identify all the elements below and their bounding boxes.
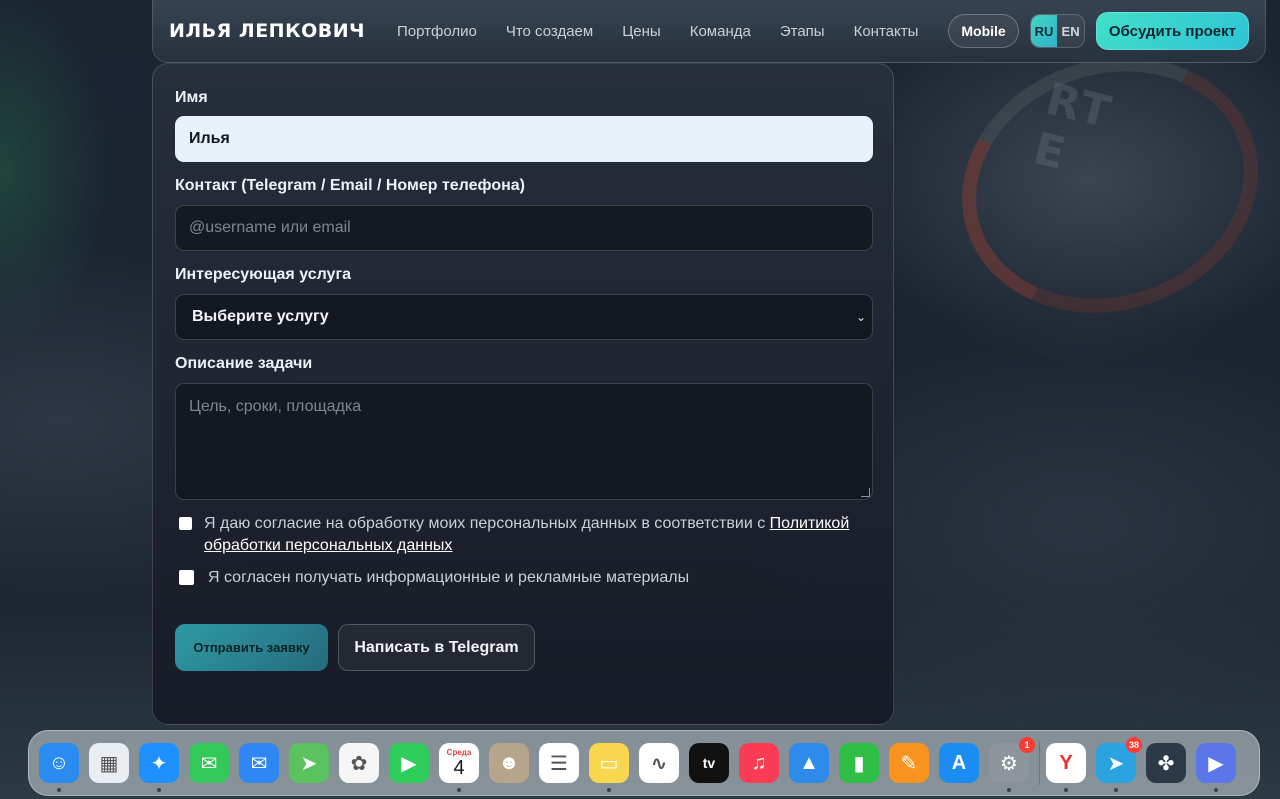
music-icon: ♫ bbox=[751, 751, 767, 774]
consent-marketing: Я согласен получать информационные и рек… bbox=[179, 567, 689, 589]
reminders-icon: ☰ bbox=[550, 752, 568, 775]
description-placeholder: Цель, сроки, площадка bbox=[189, 398, 362, 415]
nav-link-team[interactable]: Команда bbox=[690, 23, 751, 40]
language-switcher: RU EN bbox=[1029, 14, 1085, 48]
dock-pages-icon[interactable]: ✎ bbox=[889, 743, 929, 783]
dock-freeform-icon[interactable]: ∿ bbox=[639, 743, 679, 783]
main-nav: Портфолио Что создаем Цены Команда Этапы… bbox=[397, 23, 918, 40]
contact-input-placeholder: @username или email bbox=[189, 219, 351, 236]
lang-en-button[interactable]: EN bbox=[1057, 15, 1084, 47]
app-store-icon: A bbox=[951, 751, 967, 774]
running-indicator bbox=[607, 788, 611, 792]
dock-launchpad-icon[interactable]: ▦ bbox=[89, 743, 129, 783]
yandex-browser-icon: Y bbox=[1059, 751, 1073, 774]
calendar-day: 4 bbox=[453, 757, 465, 779]
mail-icon: ✉ bbox=[250, 752, 268, 775]
keynote-icon: ▲ bbox=[799, 751, 819, 774]
dock-separator bbox=[1039, 741, 1040, 785]
dock-telegram-icon[interactable]: ➤ 38 bbox=[1096, 737, 1142, 792]
dock-apple-tv-icon[interactable]: tv bbox=[689, 743, 729, 783]
submit-request-button[interactable]: Отправить заявку bbox=[175, 624, 328, 671]
dock-photos-icon[interactable]: ✿ bbox=[339, 743, 379, 783]
running-indicator bbox=[57, 788, 61, 792]
resize-handle-icon[interactable] bbox=[861, 488, 870, 497]
running-indicator bbox=[1214, 788, 1218, 792]
freeform-icon: ∿ bbox=[650, 752, 668, 775]
running-indicator bbox=[457, 788, 461, 792]
app-icon: ✤ bbox=[1157, 752, 1175, 775]
running-indicator bbox=[1007, 788, 1011, 792]
nav-link-services[interactable]: Что создаем bbox=[506, 23, 593, 40]
dock-app-icon-2[interactable]: ▶ bbox=[1196, 743, 1236, 792]
name-input-value: Илья bbox=[189, 130, 230, 147]
apple-tv-icon: tv bbox=[702, 755, 716, 771]
discuss-project-button[interactable]: Обсудить проект bbox=[1095, 12, 1249, 50]
chevron-down-icon: ⌄ bbox=[855, 310, 866, 324]
dock-numbers-icon[interactable]: ▮ bbox=[839, 743, 879, 783]
dock-reminders-icon[interactable]: ☰ bbox=[539, 743, 579, 783]
dock-facetime-icon[interactable]: ▶ bbox=[389, 743, 429, 783]
consent-personal-data-checkbox[interactable] bbox=[179, 517, 192, 530]
finder-icon: ☺ bbox=[48, 751, 70, 774]
dock-contacts-icon[interactable]: ☻ bbox=[489, 743, 529, 783]
dock-notes-icon[interactable]: ▭ bbox=[589, 743, 629, 792]
consent-personal-data: Я даю согласие на обработку моих персона… bbox=[179, 513, 869, 557]
description-label: Описание задачи bbox=[175, 355, 313, 372]
service-select-value: Выберите услугу bbox=[192, 308, 329, 325]
service-label: Интересующая услуга bbox=[175, 266, 352, 283]
dock-safari-icon[interactable]: ✦ bbox=[139, 743, 179, 792]
description-textarea[interactable]: Цель, сроки, площадка bbox=[175, 383, 873, 500]
notification-badge: 1 bbox=[1019, 737, 1035, 753]
nav-link-prices[interactable]: Цены bbox=[622, 23, 661, 40]
dock-calendar-icon[interactable]: Среда 4 bbox=[439, 743, 479, 792]
service-select[interactable]: Выберите услугу ⌄ bbox=[175, 294, 873, 340]
launchpad-icon: ▦ bbox=[99, 752, 119, 775]
photos-icon: ✿ bbox=[350, 752, 368, 775]
contact-label: Контакт (Telegram / Email / Номер телефо… bbox=[175, 177, 525, 194]
messages-icon: ✉ bbox=[200, 752, 218, 775]
app-icon-2: ▶ bbox=[1208, 752, 1224, 775]
safari-icon: ✦ bbox=[150, 752, 168, 775]
nav-link-portfolio[interactable]: Портфолио bbox=[397, 23, 477, 40]
notes-icon: ▭ bbox=[599, 752, 619, 775]
dock-app-store-icon[interactable]: A bbox=[939, 743, 979, 783]
contacts-icon: ☻ bbox=[498, 751, 520, 774]
nav-link-contacts[interactable]: Контакты bbox=[854, 23, 919, 40]
mobile-button[interactable]: Mobile bbox=[948, 14, 1019, 48]
pages-icon: ✎ bbox=[900, 752, 918, 775]
dock-yandex-browser-icon[interactable]: Y bbox=[1046, 743, 1086, 792]
consent-marketing-checkbox[interactable] bbox=[179, 570, 194, 585]
consent-personal-data-text: Я даю согласие на обработку моих персона… bbox=[204, 515, 770, 532]
write-telegram-button[interactable]: Написать в Telegram bbox=[338, 624, 535, 671]
consent-marketing-text: Я согласен получать информационные и рек… bbox=[208, 569, 690, 586]
maps-icon: ➤ bbox=[300, 752, 318, 775]
dock-messages-icon[interactable]: ✉ bbox=[189, 743, 229, 783]
name-input[interactable]: Илья bbox=[175, 116, 873, 162]
system-settings-icon: ⚙ bbox=[1000, 752, 1018, 775]
running-indicator bbox=[1114, 788, 1118, 792]
background-decoration bbox=[928, 19, 1280, 351]
dock-music-icon[interactable]: ♫ bbox=[739, 743, 779, 783]
site-header: ИЛЬЯ ЛЕПКОВИЧ Портфолио Что создаем Цены… bbox=[152, 0, 1266, 63]
lang-ru-button[interactable]: RU bbox=[1030, 15, 1058, 47]
dock-keynote-icon[interactable]: ▲ bbox=[789, 743, 829, 783]
facetime-icon: ▶ bbox=[401, 752, 417, 775]
telegram-icon: ➤ bbox=[1107, 752, 1125, 775]
contact-form: Имя Илья Контакт (Telegram / Email / Ном… bbox=[152, 63, 894, 725]
name-label: Имя bbox=[175, 89, 208, 106]
notification-badge: 38 bbox=[1125, 737, 1142, 753]
dock-finder-icon[interactable]: ☺ bbox=[39, 743, 79, 792]
numbers-icon: ▮ bbox=[853, 752, 865, 775]
site-logo[interactable]: ИЛЬЯ ЛЕПКОВИЧ bbox=[169, 20, 365, 42]
running-indicator bbox=[1064, 788, 1068, 792]
dock-app-icon[interactable]: ✤ bbox=[1146, 743, 1186, 783]
dock-mail-icon[interactable]: ✉ bbox=[239, 743, 279, 783]
dock-system-settings-icon[interactable]: ⚙ 1 bbox=[989, 737, 1035, 792]
running-indicator bbox=[157, 788, 161, 792]
contact-input[interactable]: @username или email bbox=[175, 205, 873, 251]
macos-dock: ☺ ▦ ✦ ✉ ✉ ➤ ✿ ▶ Среда 4 ☻ ☰ ▭ ∿ tv ♫ ▲ ▮ ✎ A ⚙ 1 Y ➤ 38 ✤ ▶ bbox=[28, 730, 1260, 796]
nav-link-stages[interactable]: Этапы bbox=[780, 23, 825, 40]
dock-maps-icon[interactable]: ➤ bbox=[289, 743, 329, 783]
